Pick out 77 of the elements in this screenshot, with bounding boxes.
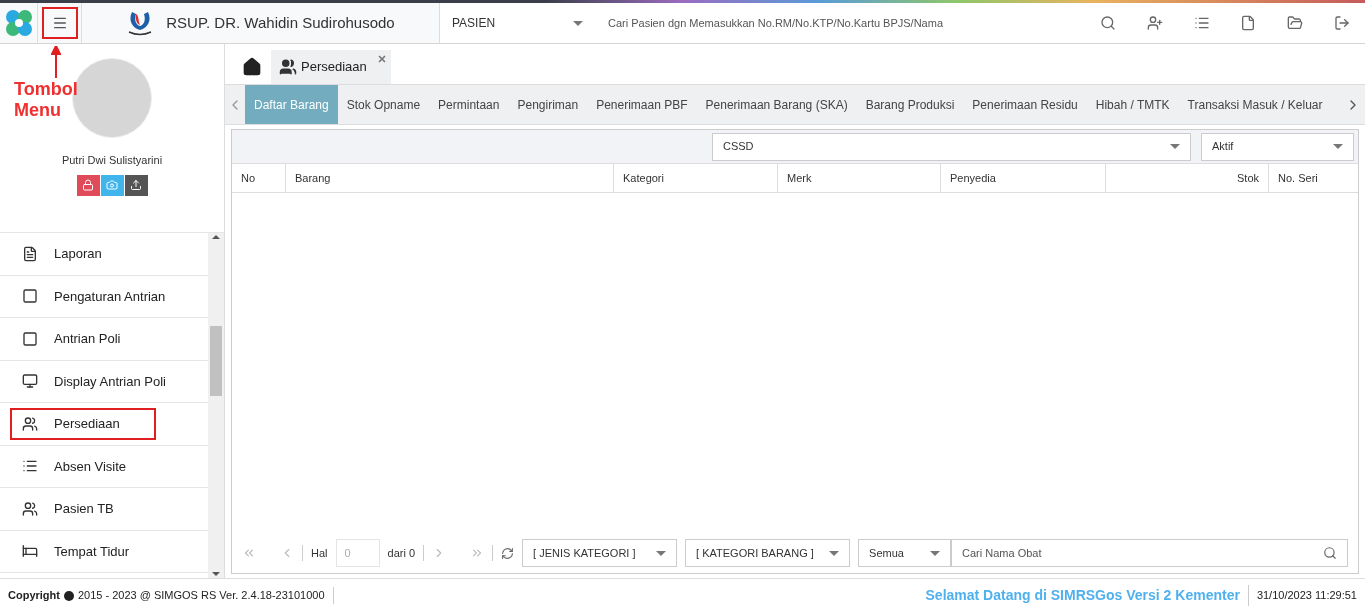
search-icon[interactable] xyxy=(1100,15,1117,31)
users-icon xyxy=(279,58,297,76)
menu-item-icon xyxy=(22,288,38,305)
status-dropdown[interactable]: Aktif xyxy=(1201,132,1354,161)
user-name: Putri Dwi Sulistyarini xyxy=(61,153,163,168)
sub-tab[interactable]: Hibah / TMTK xyxy=(1086,85,1179,124)
folder-icon[interactable] xyxy=(1286,15,1303,31)
caret-icon xyxy=(573,20,583,26)
lock-button[interactable] xyxy=(76,174,100,196)
sub-tab[interactable]: Barang Produksi xyxy=(856,85,964,124)
hospital-name: RSUP. DR. Wahidin Sudirohusodo xyxy=(166,12,395,33)
annotation-arrow xyxy=(51,46,61,78)
page-label: Hal xyxy=(311,545,328,561)
sidebar-item[interactable]: Laporan xyxy=(10,237,156,270)
refresh-icon[interactable] xyxy=(501,546,515,560)
page-tab[interactable]: Persediaan xyxy=(271,50,391,84)
sub-tab[interactable]: Permintaan xyxy=(429,85,509,124)
copyright-text: 2015 - 2023 @ SIMGOS RS Ver. 2.4.18-23101000 xyxy=(77,587,334,604)
unit-dropdown[interactable]: CSSD xyxy=(712,132,1191,161)
menu-item-icon xyxy=(22,245,38,262)
sidebar-item[interactable]: Display Antrian Poli xyxy=(10,365,180,398)
menu-button[interactable] xyxy=(41,7,78,39)
date-time: 31/10/2023 11:29:51 xyxy=(1256,588,1357,604)
document-icon[interactable] xyxy=(1240,15,1257,31)
medicine-search-input[interactable]: Cari Nama Obat xyxy=(962,544,1323,562)
search-type-dropdown[interactable]: PASIEN xyxy=(440,3,595,43)
sub-tab[interactable]: Transaksi Masuk / Keluar xyxy=(1178,85,1332,124)
column-header: Merk xyxy=(787,170,812,186)
welcome-marquee: Selamat Datang di SIMRSGos Versi 2 Kementer xyxy=(925,585,1249,606)
item-category-dropdown[interactable]: [ KATEGORI BARANG ] xyxy=(685,539,851,567)
caret-icon xyxy=(656,550,667,556)
lock-icon xyxy=(82,179,94,191)
copyright-label: Copyright xyxy=(8,588,60,604)
sidebar-item[interactable]: Antrian Poli xyxy=(10,322,156,355)
sub-tab[interactable]: Pengiriman xyxy=(508,85,588,124)
scrollbar[interactable] xyxy=(208,233,224,578)
app-logo xyxy=(3,8,34,38)
home-icon xyxy=(242,57,262,77)
column-header: Kategori xyxy=(623,170,664,186)
sidebar-item[interactable]: Absen Visite xyxy=(10,450,156,483)
caret-icon xyxy=(1333,144,1343,149)
sub-tab[interactable]: Penerimaan Barang (SKA) xyxy=(696,85,857,124)
sidebar-item[interactable]: Pengaturan Antrian xyxy=(10,280,180,313)
add-user-icon[interactable] xyxy=(1147,15,1163,31)
sub-tab[interactable]: Penerimaan Residu xyxy=(963,85,1087,124)
caret-icon xyxy=(1170,144,1180,149)
sidebar-item[interactable]: Pasien TB xyxy=(10,492,156,525)
annotation-label: Tombol Menu xyxy=(14,79,79,121)
search-icon[interactable] xyxy=(1323,546,1337,560)
list-icon[interactable] xyxy=(1193,15,1210,31)
caret-icon xyxy=(829,550,840,556)
camera-icon xyxy=(106,179,118,191)
menu-item-icon xyxy=(22,373,38,390)
scope-dropdown[interactable]: Semua xyxy=(858,539,952,567)
column-header: Stok xyxy=(1237,170,1259,186)
sidebar-item[interactable]: Persediaan xyxy=(10,407,156,440)
menu-item-icon xyxy=(22,330,38,347)
logout-icon[interactable] xyxy=(1333,15,1350,31)
column-header: Barang xyxy=(295,170,331,186)
menu-item-icon xyxy=(22,543,38,560)
menu-icon xyxy=(51,15,68,31)
menu-item-icon xyxy=(22,500,38,517)
medicine-search-field[interactable]: Cari Nama Obat xyxy=(951,539,1348,567)
sub-tab[interactable]: Penerimaan PBF xyxy=(587,85,697,124)
caret-icon xyxy=(930,550,941,556)
category-type-dropdown[interactable]: [ JENIS KATEGORI ] xyxy=(522,539,678,567)
menu-item-icon xyxy=(22,415,38,432)
sidebar-item[interactable]: Tempat Tidur xyxy=(10,535,156,568)
copyright-icon xyxy=(63,590,74,601)
close-icon[interactable] xyxy=(376,54,387,64)
upload-button[interactable] xyxy=(124,174,148,196)
sub-tab[interactable]: Stok Opname xyxy=(337,85,430,124)
upload-icon xyxy=(130,179,142,191)
column-header: No. Seri xyxy=(1278,170,1318,186)
column-header: Penyedia xyxy=(950,170,996,186)
column-header: No xyxy=(241,170,256,186)
page-count: dari 0 xyxy=(387,545,416,561)
